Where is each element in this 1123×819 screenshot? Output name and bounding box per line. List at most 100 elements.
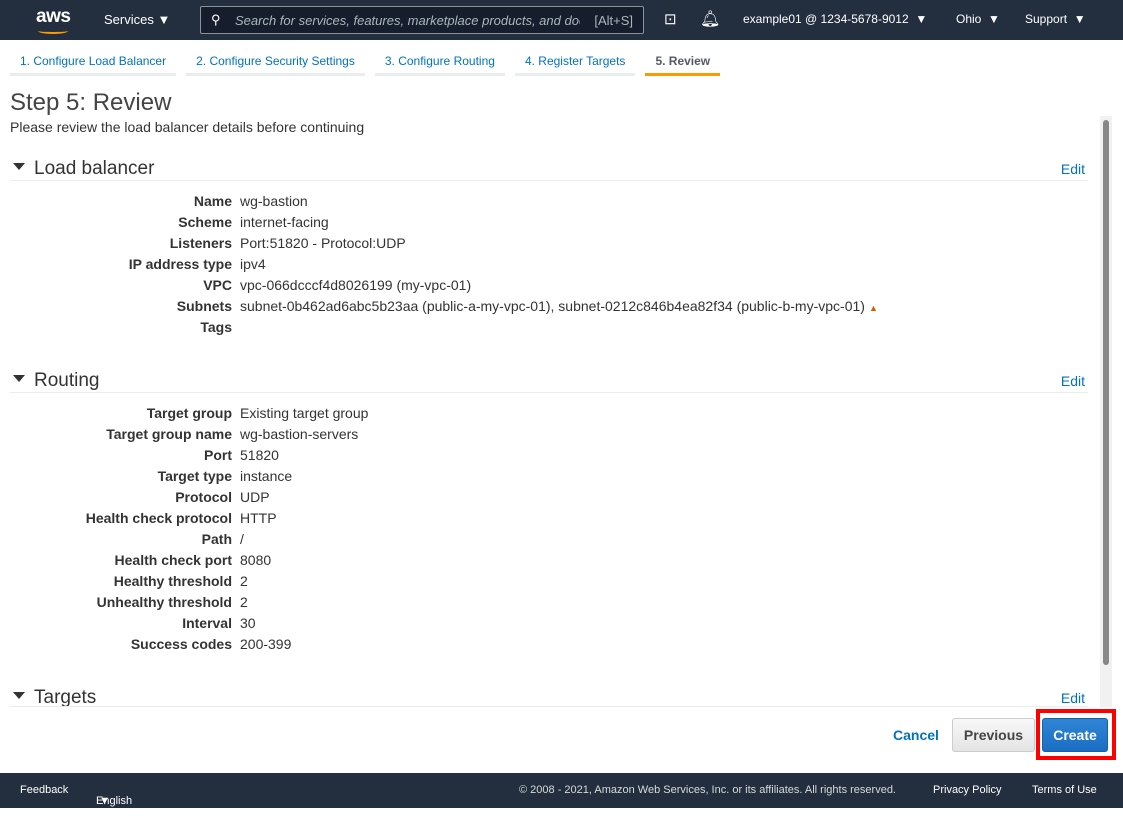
detail-label: Target type xyxy=(157,468,232,484)
detail-label: Port xyxy=(204,447,232,463)
detail-row: IP address type ipv4 xyxy=(10,254,1088,275)
cancel-button[interactable]: Cancel xyxy=(893,727,939,743)
bell-icon[interactable]: 🔔︎ xyxy=(700,9,720,29)
detail-label: VPC xyxy=(203,277,232,293)
tab-step-5[interactable]: 5. Review xyxy=(645,48,721,76)
value-text: UDP xyxy=(240,489,270,505)
detail-value: subnet-0b462ad6abc5b23aa (public-a-my-vp… xyxy=(240,296,878,319)
detail-value: wg-bastion-servers xyxy=(240,424,358,445)
copyright: © 2008 - 2021, Amazon Web Services, Inc.… xyxy=(519,784,896,796)
services-menu[interactable]: Services ▼ xyxy=(104,12,170,27)
value-text: 2 xyxy=(240,573,248,589)
section-title: Targets xyxy=(34,687,97,707)
value-text: Port:51820 - Protocol:UDP xyxy=(240,235,406,251)
value-text: / xyxy=(240,531,244,547)
edit-link[interactable]: Edit xyxy=(1061,690,1085,706)
collapse-triangle-icon[interactable] xyxy=(13,692,25,699)
create-button[interactable]: Create xyxy=(1042,718,1108,752)
detail-label: Target group xyxy=(146,405,232,421)
detail-row: Target type instance xyxy=(10,466,1088,487)
account-menu[interactable]: example01 @ 1234-5678-9012 ▼ xyxy=(743,12,927,26)
privacy-policy-link[interactable]: Privacy Policy xyxy=(933,784,1001,796)
value-text: 200-399 xyxy=(240,636,292,652)
detail-label: Interval xyxy=(182,615,232,631)
value-text: internet-facing xyxy=(240,214,329,230)
detail-row: Unhealthy threshold 2 xyxy=(10,592,1088,613)
value-text: HTTP xyxy=(240,510,277,526)
detail-value: Port:51820 - Protocol:UDP xyxy=(240,233,406,254)
warning-icon: ▲ xyxy=(868,303,878,313)
search-shortcut: [Alt+S] xyxy=(594,13,633,28)
detail-value: ipv4 xyxy=(240,254,266,275)
detail-value: 8080 xyxy=(240,550,271,571)
value-text: wg-bastion-servers xyxy=(240,426,359,442)
section-title: Load balancer xyxy=(34,158,155,179)
detail-label: Protocol xyxy=(175,489,232,505)
collapse-triangle-icon[interactable] xyxy=(13,375,25,382)
services-label: Services xyxy=(104,12,154,27)
terms-of-use-link[interactable]: Terms of Use xyxy=(1032,784,1097,796)
detail-label: Health check port xyxy=(114,552,232,568)
value-text: 51820 xyxy=(240,447,279,463)
detail-value: 200-399 xyxy=(240,634,291,655)
language-selector[interactable]: English (US) ▼ xyxy=(96,784,132,819)
detail-value: instance xyxy=(240,466,292,487)
search-placeholder: Search for services, features, marketpla… xyxy=(235,13,580,28)
detail-row: Tags xyxy=(10,317,1088,338)
cloudshell-icon[interactable]: ⊡ xyxy=(664,10,677,28)
detail-label: Name xyxy=(193,193,232,209)
review-content: Load balancer Edit Name wg-bastion Scheme int… xyxy=(10,140,1088,707)
value-text: instance xyxy=(240,468,293,484)
section-header[interactable]: Routing Edit xyxy=(10,352,1088,393)
logo-smile xyxy=(38,28,68,34)
caret-down-icon: ▼ xyxy=(157,12,171,27)
search-icon: ⚲ xyxy=(211,12,221,27)
scrollbar[interactable] xyxy=(1100,116,1112,707)
search-input[interactable]: ⚲ Search for services, features, marketpl… xyxy=(200,6,644,34)
section-rows: Name wg-bastion Scheme internet-facing Liste… xyxy=(10,181,1088,352)
value-text: 8080 xyxy=(240,552,272,568)
feedback-link[interactable]: Feedback xyxy=(20,784,68,796)
value-text: 30 xyxy=(240,615,256,631)
detail-value: vpc-066dcccf4d8026199 (my-vpc-01) xyxy=(240,275,471,296)
edit-link[interactable]: Edit xyxy=(1061,161,1085,177)
detail-row: Health check port 8080 xyxy=(10,550,1088,571)
edit-link[interactable]: Edit xyxy=(1061,373,1085,389)
tab-step-3[interactable]: 3. Configure Routing xyxy=(374,48,505,76)
detail-row: Success codes 200-399 xyxy=(10,634,1088,655)
section-header[interactable]: Targets Edit xyxy=(10,669,1088,707)
previous-button[interactable]: Previous xyxy=(952,718,1035,752)
detail-label: Scheme xyxy=(178,214,232,230)
support-menu[interactable]: Support ▼ xyxy=(1025,12,1086,26)
footer: Feedback English (US) ▼ © 2008 - 2021, A… xyxy=(0,773,1123,819)
detail-value: 51820 xyxy=(240,445,279,466)
detail-row: Interval 30 xyxy=(10,613,1088,634)
detail-row: Target group name wg-bastion-servers xyxy=(10,424,1088,445)
section-header[interactable]: Load balancer Edit xyxy=(10,140,1088,181)
region-label: Ohio xyxy=(956,12,982,26)
detail-label: Subnets xyxy=(176,298,232,314)
value-text: 2 xyxy=(240,594,248,610)
caret-down-icon: ▼ xyxy=(99,795,110,807)
detail-label: Tags xyxy=(200,319,232,335)
detail-row: Port 51820 xyxy=(10,445,1088,466)
detail-label: Success codes xyxy=(130,636,232,652)
region-menu[interactable]: Ohio ▼ xyxy=(956,12,1000,26)
page-subtitle: Please review the load balancer details … xyxy=(10,119,365,135)
detail-label: Health check protocol xyxy=(85,510,232,526)
scrollbar-thumb[interactable] xyxy=(1103,120,1109,665)
detail-label: Path xyxy=(201,531,232,547)
caret-down-icon: ▼ xyxy=(1073,12,1086,26)
tab-step-1[interactable]: 1. Configure Load Balancer xyxy=(10,48,177,76)
detail-value: Existing target group xyxy=(240,403,368,424)
aws-logo[interactable]: aws xyxy=(36,6,71,34)
value-text: wg-bastion xyxy=(240,193,308,209)
collapse-triangle-icon[interactable] xyxy=(13,163,25,170)
tab-step-2[interactable]: 2. Configure Security Settings xyxy=(186,48,365,76)
section-rows: Target group Existing target group Target … xyxy=(10,393,1088,669)
tab-step-4[interactable]: 4. Register Targets xyxy=(514,48,636,76)
detail-value: 2 xyxy=(240,592,248,613)
detail-value: 30 xyxy=(240,613,256,634)
detail-row: Listeners Port:51820 - Protocol:UDP xyxy=(10,233,1088,254)
detail-label: Unhealthy threshold xyxy=(96,594,232,610)
